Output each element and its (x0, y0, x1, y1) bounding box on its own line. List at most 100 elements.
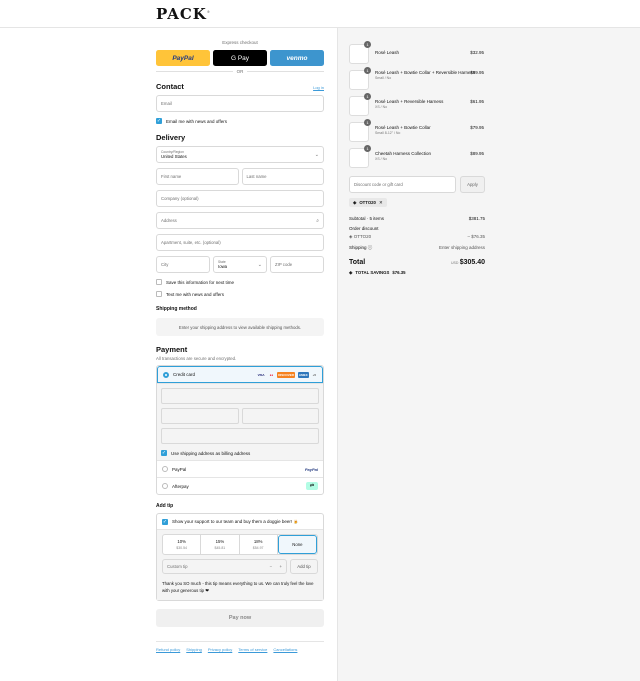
tag-icon: ◈ (349, 270, 353, 275)
card-name-field[interactable] (161, 428, 319, 444)
quantity-badge: 1 (364, 145, 371, 152)
info-icon[interactable]: ⓘ (368, 245, 373, 250)
venmo-button[interactable]: venmo (270, 50, 324, 66)
text-me-row[interactable]: Text me with news and offers (156, 291, 324, 297)
afterpay-option[interactable]: Afterpay ⇄ (157, 477, 323, 494)
custom-tip-field[interactable]: Custom tip − + (162, 559, 287, 574)
card-cvc-field[interactable] (241, 408, 319, 424)
item-variant: Small / No (375, 76, 392, 80)
brand-logo[interactable]: PACK® (156, 5, 211, 23)
discover-icon: DISCOVER (277, 371, 295, 378)
card-form: ✓ Use shipping address as billing addres… (157, 383, 323, 460)
afterpay-radio[interactable] (162, 483, 168, 489)
text-me-checkbox[interactable] (156, 291, 162, 297)
subtotal-row: Subtotal · 5 items $381.75 (349, 216, 485, 221)
remove-code-icon[interactable]: ✕ (379, 200, 383, 206)
chevron-down-icon: ⌄ (314, 152, 319, 158)
product-thumbnail: 1 (349, 93, 371, 116)
tip-box: ✓ Show your support to our team and buy … (156, 513, 324, 601)
terms-link[interactable]: Terms of service (238, 647, 267, 652)
shipping-notice: Enter your shipping address to view avai… (156, 318, 324, 336)
company-field[interactable]: Company (optional) (156, 190, 324, 207)
product-thumbnail: 1 (349, 145, 371, 168)
credit-card-option[interactable]: Credit card VISA ●● DISCOVER AMEX +5 (157, 366, 323, 383)
shipping-link[interactable]: Shipping (186, 647, 202, 652)
refund-policy-link[interactable]: Refund policy (156, 647, 180, 652)
paypal-option[interactable]: PayPal PayPal (157, 460, 323, 477)
delivery-title: Delivery (156, 133, 186, 142)
item-price: $32.95 (470, 50, 484, 55)
paypal-button[interactable]: PayPal (156, 50, 210, 66)
tip-checkbox[interactable]: ✓ (162, 518, 168, 525)
first-name-field[interactable]: First name (156, 168, 239, 185)
amex-icon: AMEX (297, 371, 309, 378)
shipping-row: Shipping ⓘ Enter shipping address (349, 245, 485, 250)
paypal-logo: PayPal (304, 466, 318, 472)
card-number-field[interactable] (161, 388, 319, 404)
item-variant: Small 8-12" / No (375, 131, 401, 135)
apartment-field[interactable]: Apartment, suite, etc. (optional) (156, 234, 324, 251)
shipping-method-title: Shipping method (156, 306, 197, 312)
footer-divider (156, 641, 324, 642)
address-field[interactable]: Address ⌕ (156, 212, 324, 229)
tip-option-10[interactable]: 10% $30.54 (163, 535, 202, 554)
tip-option-15[interactable]: 15% $45.81 (201, 535, 240, 554)
item-price: $79.95 (470, 125, 484, 130)
credit-card-radio[interactable] (163, 371, 169, 378)
login-link[interactable]: Log in (313, 85, 324, 90)
item-price: $99.95 (470, 70, 484, 75)
tag-icon: ◈ (353, 199, 357, 205)
payment-options: Credit card VISA ●● DISCOVER AMEX +5 ✓ U… (156, 365, 324, 495)
more-cards-badge: +5 (312, 372, 316, 377)
privacy-policy-link[interactable]: Privacy policy (208, 647, 232, 652)
email-field[interactable]: Email (156, 95, 324, 112)
news-opt-row[interactable]: ✓ Email me with news and offers (156, 118, 324, 124)
news-checkbox[interactable]: ✓ (156, 118, 162, 124)
paypal-radio[interactable] (162, 466, 168, 472)
header: PACK® (0, 0, 640, 28)
or-divider: OR (156, 69, 324, 74)
item-variant: XS / No (375, 157, 388, 161)
payment-title: Payment (156, 345, 188, 354)
tip-options: 10% $30.54 15% $45.81 18% $54.97 None (162, 534, 318, 555)
city-state-zip-row: City State Iowa ⌄ ZIP code (156, 256, 324, 273)
discount-code-field[interactable]: Discount code or gift card (349, 176, 456, 193)
tip-option-18[interactable]: 18% $54.97 (240, 535, 278, 554)
google-pay-button[interactable]: G Pay (213, 50, 267, 66)
last-name-field[interactable]: Last name (241, 168, 324, 185)
minus-icon[interactable]: − (269, 564, 272, 569)
item-price: $89.95 (470, 151, 484, 156)
name-row: First name Last name (156, 168, 324, 185)
discount-code-row: ◈ OTTO20– $76.35 (349, 234, 485, 239)
payment-subtitle: All transactions are secure and encrypte… (156, 356, 237, 361)
product-thumbnail: 1 (349, 119, 371, 142)
mastercard-icon: ●● (269, 372, 274, 377)
card-expiry-field[interactable] (161, 408, 239, 424)
tip-option-none[interactable]: None (277, 535, 317, 554)
state-select[interactable]: State Iowa ⌄ (213, 256, 267, 273)
search-icon: ⌕ (316, 217, 319, 224)
product-thumbnail: 1 (349, 41, 371, 64)
apply-button[interactable]: Apply (460, 176, 485, 193)
quantity-badge: 1 (364, 67, 371, 74)
visa-icon: VISA (257, 372, 265, 377)
cancellations-link[interactable]: Cancellations (273, 647, 297, 652)
total-savings-row: ◈ TOTAL SAVINGS $76.35 (349, 270, 406, 275)
country-select[interactable]: Country/Region United States ⌄ (156, 146, 324, 163)
express-buttons: PayPal G Pay venmo (156, 50, 324, 66)
save-info-checkbox[interactable] (156, 279, 162, 285)
custom-tip-row: Custom tip − + Add tip (162, 559, 318, 574)
billing-same-checkbox[interactable]: ✓ (161, 450, 167, 456)
tip-support-row[interactable]: ✓ Show your support to our team and buy … (157, 514, 323, 529)
zip-field[interactable]: ZIP code (270, 256, 324, 273)
pay-now-button[interactable]: Pay now (156, 609, 324, 627)
afterpay-icon: ⇄ (306, 482, 318, 490)
billing-same-row[interactable]: ✓ Use shipping address as billing addres… (161, 450, 319, 456)
discount-tag: ◈ OTTO20 ✕ (349, 198, 387, 207)
contact-header: Contact Log in (156, 82, 324, 91)
city-field[interactable]: City (156, 256, 210, 273)
add-tip-button[interactable]: Add tip (290, 559, 318, 574)
save-info-row[interactable]: Save this information for next time (156, 279, 324, 285)
tip-options-panel: 10% $30.54 15% $45.81 18% $54.97 None Custo… (157, 529, 323, 600)
plus-icon[interactable]: + (279, 564, 282, 569)
